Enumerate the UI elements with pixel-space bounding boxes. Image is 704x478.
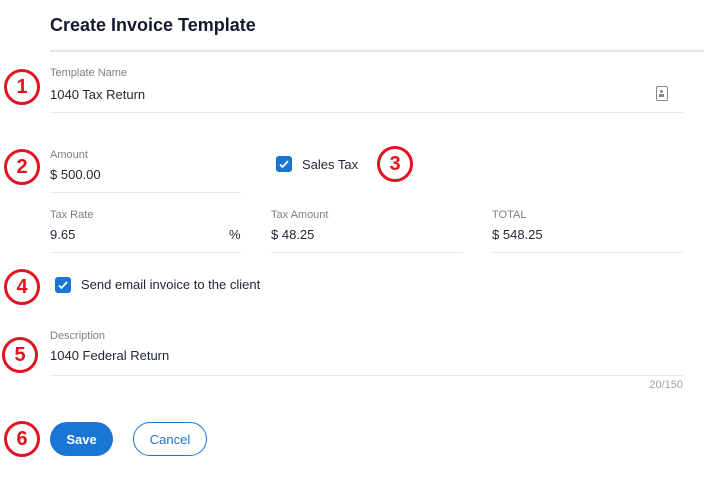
header-divider [50,50,704,52]
check-icon [279,160,289,169]
total-value: 548.25 [502,227,543,242]
total-underline [492,252,683,253]
total-field: $ 548.25 [492,227,543,242]
amount-label: Amount [50,149,88,161]
amount-underline [50,192,241,193]
currency-symbol: $ [271,227,279,242]
annotation-marker: 6 [4,421,40,457]
contact-card-icon[interactable] [656,86,668,101]
percent-suffix: % [229,227,241,242]
tax-rate-input[interactable]: 9.65 [50,227,75,242]
tax-amount-underline [271,252,463,253]
send-email-label: Send email invoice to the client [81,277,261,292]
total-label: TOTAL [492,209,527,221]
save-button[interactable]: Save [50,422,113,456]
annotation-marker: 3 [377,146,413,182]
tax-rate-label: Tax Rate [50,209,94,221]
template-name-underline [50,112,683,113]
check-icon [58,281,68,290]
annotation-marker: 4 [4,269,40,305]
tax-amount-label: Tax Amount [271,209,329,221]
description-label: Description [50,330,106,342]
currency-symbol: $ [50,167,58,182]
template-name-input[interactable]: 1040 Tax Return [50,87,650,102]
cancel-button[interactable]: Cancel [133,422,207,456]
currency-symbol: $ [492,227,500,242]
annotation-marker: 5 [2,337,38,373]
annotation-marker: 2 [4,149,40,185]
template-name-label: Template Name [50,67,128,79]
page-title: Create Invoice Template [50,15,256,35]
description-underline [50,375,683,376]
annotation-marker: 1 [4,69,40,105]
amount-input[interactable]: $ 500.00 [50,167,240,182]
send-email-checkbox[interactable] [55,277,71,293]
amount-value: 500.00 [60,167,101,182]
description-input[interactable]: 1040 Federal Return [50,348,680,363]
character-counter: 20/150 [649,379,683,391]
tax-rate-underline [50,252,241,253]
tax-amount-value: 48.25 [281,227,315,242]
sales-tax-checkbox[interactable] [276,156,292,172]
sales-tax-label: Sales Tax [302,157,359,172]
tax-amount-field: $ 48.25 [271,227,314,242]
